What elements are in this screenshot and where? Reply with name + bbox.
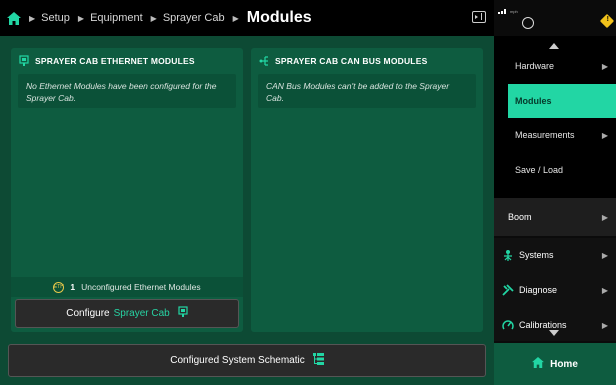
submenu-label: Measurements <box>515 130 575 140</box>
breadcrumb-setup[interactable]: Setup <box>41 12 70 24</box>
main-content: SPRAYER CAB ETHERNET MODULES No Ethernet… <box>0 36 494 385</box>
submenu-item-measurements[interactable]: Measurements ▶ <box>508 118 616 152</box>
top-bar: ▶ Setup ▶ Equipment ▶ Sprayer Cab ▶ Modu… <box>0 0 494 36</box>
home-button[interactable]: Home <box>494 343 616 385</box>
breadcrumb-equipment[interactable]: Equipment <box>90 12 143 24</box>
ethernet-icon <box>19 55 29 67</box>
chevron-right-icon: ▶ <box>601 130 608 140</box>
speed-unit: mph <box>510 9 518 14</box>
submenu-label: Save / Load <box>515 165 564 175</box>
systems-icon <box>502 249 514 261</box>
chevron-right-icon: ▶ <box>29 13 36 23</box>
card-header: SPRAYER CAB ETHERNET MODULES <box>11 48 243 74</box>
breadcrumb-sprayer-cab[interactable]: Sprayer Cab <box>163 12 225 24</box>
calibrations-icon <box>502 319 514 331</box>
sidebar-item-calibrations[interactable]: Calibrations ▶ <box>494 308 616 342</box>
chevron-right-icon: ▶ <box>601 285 608 295</box>
home-icon[interactable] <box>7 11 21 25</box>
diagnose-icon <box>502 284 514 296</box>
chevron-right-icon: ▶ <box>232 13 239 23</box>
ethernet-card-title: SPRAYER CAB ETHERNET MODULES <box>35 56 195 66</box>
scroll-down-icon[interactable] <box>549 330 559 336</box>
submenu-item-save-load[interactable]: Save / Load <box>508 153 616 187</box>
chevron-right-icon: ▶ <box>77 13 85 23</box>
chevron-right-icon: ▶ <box>601 61 608 71</box>
warning-symbol: ! <box>606 16 609 23</box>
configure-label: Configure <box>66 308 110 319</box>
configure-sprayer-cab-button[interactable]: Configure Sprayer Cab <box>15 299 239 328</box>
schematic-label: Configured System Schematic <box>170 355 305 366</box>
home-icon <box>532 357 545 371</box>
sidebar-item-boom[interactable]: Boom ▶ <box>494 198 616 236</box>
menu-label: Diagnose <box>519 285 558 295</box>
ethernet-badge-icon: ETH <box>53 281 65 293</box>
unconfigured-modules-row[interactable]: ETH 1 Unconfigured Ethernet Modules <box>11 277 243 297</box>
card-header: SPRAYER CAB CAN BUS MODULES <box>251 48 483 74</box>
panel-toggle-icon[interactable] <box>472 11 486 23</box>
submenu-label: Modules <box>515 96 552 106</box>
ethernet-icon <box>178 306 188 321</box>
can-bus-modules-card: SPRAYER CAB CAN BUS MODULES CAN Bus Modu… <box>251 48 483 332</box>
unconfigured-count: 1 <box>70 282 76 292</box>
page-title: Modules <box>246 9 312 26</box>
chevron-right-icon: ▶ <box>601 320 608 330</box>
chevron-right-icon: ▶ <box>601 212 608 222</box>
chevron-right-icon: ▶ <box>150 13 157 23</box>
setup-submenu: Hardware ▶ Modules Measurements ▶ Save /… <box>494 36 616 198</box>
submenu-item-modules[interactable]: Modules <box>508 84 616 118</box>
ethernet-modules-card: SPRAYER CAB ETHERNET MODULES No Ethernet… <box>11 48 243 332</box>
home-label: Home <box>550 358 578 370</box>
sidebar-item-diagnose[interactable]: Diagnose ▶ <box>494 273 616 307</box>
boom-label: Boom <box>508 212 532 222</box>
submenu-item-hardware[interactable]: Hardware ▶ <box>508 49 616 83</box>
schematic-icon <box>312 353 324 368</box>
can-bus-icon <box>259 55 269 67</box>
configured-system-schematic-button[interactable]: Configured System Schematic <box>8 344 486 377</box>
menu-label: Calibrations <box>519 320 567 330</box>
can-bus-message: CAN Bus Modules can't be added to the Sp… <box>258 74 476 108</box>
main-menu: Systems ▶ Diagnose ▶ Calibrations ▶ <box>494 238 616 341</box>
can-bus-card-title: SPRAYER CAB CAN BUS MODULES <box>275 56 428 66</box>
status-area: mph ! <box>494 0 616 36</box>
unconfigured-label: Unconfigured Ethernet Modules <box>81 282 201 292</box>
menu-label: Systems <box>519 250 554 260</box>
sidebar-item-systems[interactable]: Systems ▶ <box>494 238 616 272</box>
speedometer-icon <box>522 17 534 29</box>
ethernet-empty-message: No Ethernet Modules have been configured… <box>18 74 236 108</box>
submenu-label: Hardware <box>515 61 555 71</box>
chevron-right-icon: ▶ <box>601 250 608 260</box>
configure-target: Sprayer Cab <box>113 308 170 319</box>
sidebar: mph ! Hardware ▶ Modules Measurements ▶ … <box>494 0 616 385</box>
